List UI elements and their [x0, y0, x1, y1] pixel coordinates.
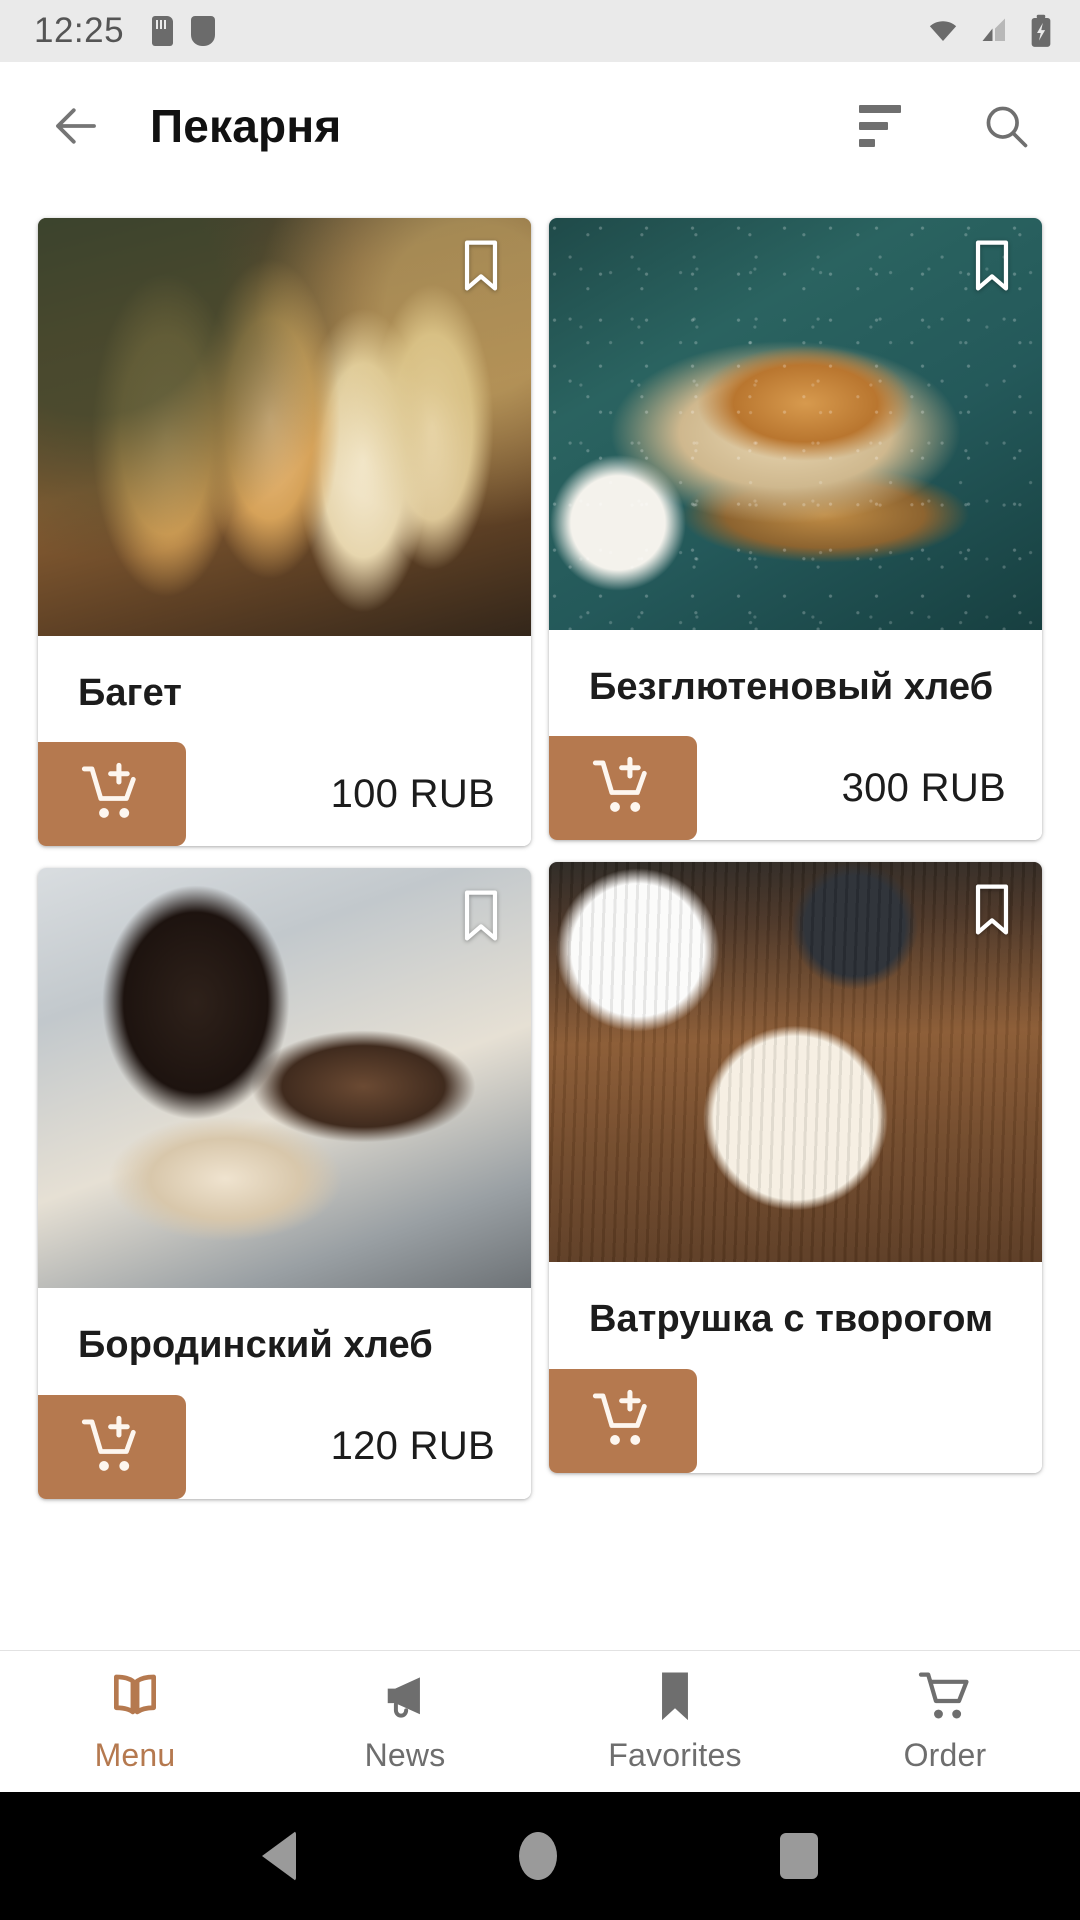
product-footer: 100 RUB — [38, 742, 531, 847]
product-card[interactable]: Ватрушка с творогом — [549, 862, 1042, 1473]
add-to-cart-button[interactable] — [38, 742, 186, 847]
nav-item-order[interactable]: Order — [810, 1669, 1080, 1774]
back-button[interactable] — [40, 90, 112, 162]
product-footer: 300 RUB — [549, 736, 1042, 841]
sd-card-icon — [152, 16, 174, 46]
add-to-cart-icon — [81, 763, 136, 819]
nav-label-menu: Menu — [94, 1737, 176, 1773]
cellular-signal-icon — [982, 18, 1005, 41]
android-navigation-bar — [0, 1792, 1080, 1920]
nav-label-order: Order — [903, 1737, 987, 1773]
wifi-icon — [929, 21, 957, 41]
back-arrow-icon — [56, 108, 96, 144]
page-title: Пекарня — [150, 100, 342, 152]
bottom-navigation: Menu News Favorites Order — [0, 1650, 1080, 1792]
grid-column-left: Багет 100 RUB Бородинский хлеб 120 RUB — [38, 218, 531, 1499]
add-to-cart-button[interactable] — [38, 1394, 186, 1499]
cart-icon — [918, 1672, 969, 1719]
product-grid: Багет 100 RUB Бородинский хлеб 120 RUB Б… — [0, 190, 1080, 1499]
phone-screen: 12:25 Пекарня Багет 100 RUB Бородинский … — [0, 0, 1080, 1920]
product-info: Багет 100 RUB — [38, 636, 531, 847]
battery-charging-icon — [1031, 14, 1051, 47]
android-home-icon[interactable] — [518, 1832, 557, 1880]
product-info: Безглютеновый хлеб 300 RUB — [549, 630, 1042, 841]
sort-icon — [859, 105, 901, 147]
product-image — [38, 868, 531, 1289]
bookmark-icon — [662, 1672, 688, 1721]
bookmark-icon[interactable] — [972, 240, 1012, 292]
nav-item-favorites[interactable]: Favorites — [540, 1669, 810, 1774]
product-image — [549, 218, 1042, 630]
megaphone-icon — [387, 1677, 420, 1718]
bookmark-icon[interactable] — [972, 884, 1012, 936]
add-to-cart-icon — [592, 757, 647, 813]
product-image — [549, 862, 1042, 1263]
app-bar-actions — [848, 94, 1038, 158]
shield-icon — [191, 16, 216, 46]
product-footer: 120 RUB — [38, 1394, 531, 1499]
app-bar: Пекарня — [0, 62, 1080, 190]
status-bar: 12:25 — [0, 0, 1080, 62]
product-photo-gluten-free — [549, 218, 1042, 630]
product-photo-borodinsky — [38, 868, 531, 1289]
add-to-cart-button[interactable] — [549, 1368, 697, 1473]
book-icon — [114, 1674, 157, 1715]
nav-item-news[interactable]: News — [270, 1669, 540, 1774]
nav-item-menu[interactable]: Menu — [0, 1669, 270, 1774]
product-name: Бородинский хлеб — [78, 1324, 433, 1367]
bookmark-icon[interactable] — [461, 240, 501, 292]
product-price: 120 RUB — [330, 1424, 495, 1469]
product-photo-vatrushka — [549, 862, 1042, 1263]
bookmark-icon[interactable] — [461, 890, 501, 942]
product-grid-scroll[interactable]: Багет 100 RUB Бородинский хлеб 120 RUB Б… — [0, 190, 1080, 1650]
product-info: Ватрушка с творогом — [549, 1262, 1042, 1473]
nav-label-news: News — [364, 1737, 446, 1773]
product-image — [38, 218, 531, 636]
add-to-cart-icon — [81, 1415, 136, 1471]
search-icon — [986, 106, 1028, 148]
product-info: Бородинский хлеб 120 RUB — [38, 1288, 531, 1499]
search-button[interactable] — [974, 94, 1038, 158]
product-price: 100 RUB — [330, 771, 495, 816]
product-photo-baguette — [38, 218, 531, 636]
grid-column-right: Безглютеновый хлеб 300 RUB Ватрушка с тв… — [549, 218, 1042, 1499]
product-name: Ватрушка с творогом — [589, 1298, 994, 1341]
android-back-icon[interactable] — [261, 1831, 296, 1881]
android-recents-icon[interactable] — [780, 1833, 819, 1879]
product-card[interactable]: Багет 100 RUB — [38, 218, 531, 847]
status-time: 12:25 — [34, 11, 125, 50]
status-left-icons — [152, 16, 216, 46]
add-to-cart-button[interactable] — [549, 736, 697, 841]
product-card[interactable]: Безглютеновый хлеб 300 RUB — [549, 218, 1042, 841]
nav-label-favorites: Favorites — [608, 1737, 742, 1773]
product-name: Безглютеновый хлеб — [589, 666, 994, 708]
product-name: Багет — [78, 672, 183, 714]
status-right-icons — [924, 14, 1054, 48]
sort-button[interactable] — [848, 94, 912, 158]
product-price: 300 RUB — [841, 765, 1006, 810]
add-to-cart-icon — [592, 1389, 647, 1445]
product-footer — [549, 1368, 1042, 1473]
product-card[interactable]: Бородинский хлеб 120 RUB — [38, 868, 531, 1499]
